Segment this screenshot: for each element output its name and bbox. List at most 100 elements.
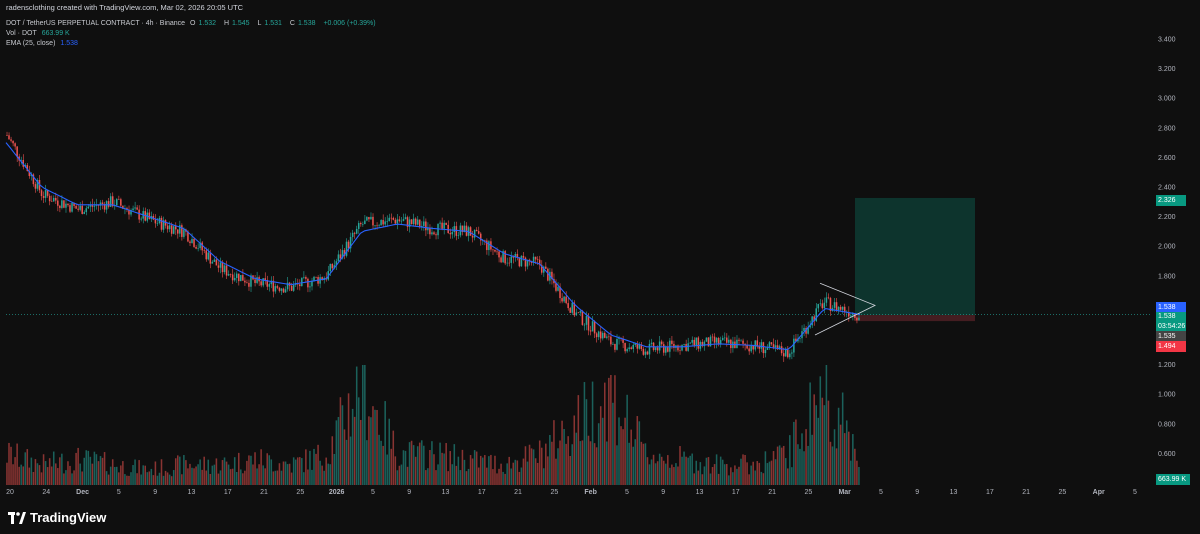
candle-body: [667, 346, 669, 352]
volume-bar: [242, 473, 244, 485]
volume-legend[interactable]: Vol · DOT 663.99 K: [6, 29, 73, 39]
volume-bar: [388, 418, 390, 485]
candle-body: [174, 226, 177, 230]
volume-bar: [524, 446, 527, 485]
ema-legend[interactable]: EMA (25, close) 1.538: [6, 39, 81, 49]
candle-body: [315, 276, 317, 278]
volume-bar: [689, 455, 691, 485]
volume-bar: [713, 464, 716, 485]
volume-bar: [124, 474, 126, 485]
volume-bar: [455, 465, 458, 485]
candle-body: [683, 343, 685, 345]
volume-bar: [197, 464, 199, 485]
candle-body: [494, 249, 496, 252]
volume-bar: [103, 452, 106, 485]
volume-bar: [597, 423, 600, 485]
volume-bar: [532, 449, 535, 485]
candle-body: [59, 205, 61, 208]
candle-body: [305, 276, 307, 279]
volume-bar: [144, 465, 146, 485]
volume-bar: [630, 429, 632, 485]
candle-body: [821, 303, 824, 309]
volume-bar: [762, 473, 765, 485]
tradingview-logo[interactable]: TradingView: [8, 510, 106, 525]
candle-body: [660, 341, 663, 345]
candle-body: [614, 343, 616, 350]
candle-body: [268, 284, 271, 287]
candle-body: [565, 296, 567, 304]
candle-body: [823, 302, 826, 309]
volume-bar: [130, 472, 132, 485]
price-tick-label: 1.000: [1158, 392, 1176, 399]
volume-bar: [719, 456, 722, 485]
time-tick-label: 17: [224, 489, 232, 496]
volume-bar: [534, 458, 537, 485]
volume-bar: [183, 455, 185, 485]
candle-body: [244, 280, 246, 283]
volume-bar: [681, 456, 683, 485]
candle-body: [581, 311, 584, 325]
volume-bar: [229, 469, 232, 485]
volume-bar: [181, 474, 183, 485]
volume-bar: [177, 455, 179, 485]
volume-bar: [660, 456, 663, 485]
price-tick-label: 1.200: [1158, 362, 1176, 369]
loss-zone: [855, 315, 975, 322]
time-tick-label: 9: [407, 489, 411, 496]
volume-bar: [845, 420, 848, 485]
volume-bar: [179, 456, 181, 485]
volume-bar: [734, 465, 736, 485]
candle-body: [67, 203, 69, 206]
candle-body: [404, 217, 407, 220]
candle-body: [240, 275, 242, 282]
candle-body: [398, 219, 401, 222]
price-chart[interactable]: 3.400 3.200 3.000 2.800 2.600 2.400 2.200 2.000…: [0, 0, 1200, 500]
candle-body: [307, 278, 309, 288]
volume-bar: [219, 470, 222, 485]
volume-bar: [697, 470, 700, 485]
symbol-legend[interactable]: DOT / TetherUS PERPETUAL CONTRACT · 4h ·…: [6, 19, 379, 29]
candle-body: [791, 352, 793, 354]
volume-bar: [669, 467, 671, 485]
volume-bar: [67, 461, 69, 485]
candle-body: [841, 306, 844, 310]
candle-body: [593, 321, 596, 334]
volume-bar: [101, 457, 104, 485]
candle-body: [738, 339, 740, 341]
candle-body: [337, 254, 340, 262]
volume-bar: [843, 433, 846, 485]
volume-bar: [856, 460, 858, 485]
volume-bar: [441, 452, 443, 485]
volume-bar: [587, 435, 590, 485]
volume-bar: [343, 429, 346, 485]
volume-bar: [170, 476, 173, 485]
candle-body: [536, 259, 539, 261]
candle-body: [498, 251, 500, 258]
candle-body: [689, 342, 691, 344]
candle-body: [50, 201, 53, 202]
candle-body: [355, 228, 358, 234]
volume-bar: [335, 420, 338, 485]
volume-bar: [662, 460, 665, 485]
candle-body: [246, 282, 248, 284]
volume-bar: [166, 472, 169, 485]
chart-area[interactable]: 3.400 3.200 3.000 2.800 2.600 2.400 2.200 2.000…: [0, 0, 1200, 500]
volume-bar: [658, 453, 661, 485]
candle-body: [748, 348, 750, 352]
volume-bar: [504, 473, 506, 485]
candle-body: [205, 250, 207, 260]
volume-bar: [109, 466, 112, 485]
volume-bar: [486, 467, 488, 485]
volume-bar: [841, 392, 844, 485]
volume-bar: [815, 405, 817, 485]
volume-bar: [540, 447, 543, 485]
volume-bar: [543, 468, 545, 485]
volume-bar: [618, 417, 620, 485]
volume-bar: [32, 471, 35, 485]
volume-bar: [738, 466, 740, 485]
volume-bar: [437, 464, 439, 485]
volume-bar: [107, 474, 110, 485]
volume-bar: [400, 464, 403, 485]
volume-bar: [610, 375, 612, 485]
volume-bar: [457, 456, 460, 485]
